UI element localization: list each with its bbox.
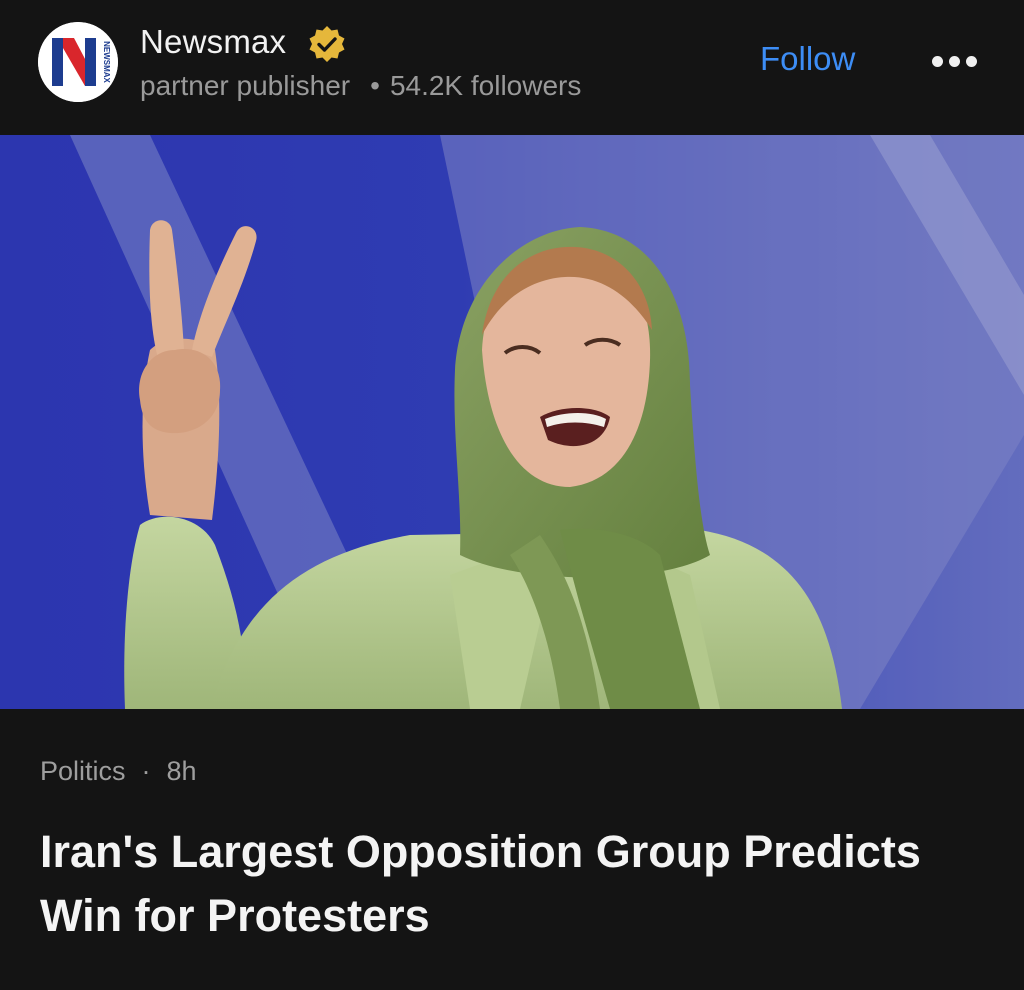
follower-count: 54.2K followers [389,70,582,101]
more-horizontal-icon-dot [949,56,960,67]
article-meta: Politics · 8h [40,756,197,787]
publisher-avatar[interactable]: NEWSMAX [38,22,118,102]
publisher-meta: partner publisher • 54.2K followers [140,70,581,102]
article-meta-separator: · [141,756,151,786]
more-horizontal-icon-dot [966,56,977,67]
follow-button[interactable]: Follow [760,40,855,78]
publisher-name[interactable]: Newsmax [140,23,286,61]
article-hero-image[interactable] [0,135,1024,709]
newsmax-logo-icon: NEWSMAX [38,22,118,102]
hero-photo [0,135,1024,709]
svg-text:NEWSMAX: NEWSMAX [102,41,111,83]
publisher-type: partner publisher [140,70,351,101]
article-age: 8h [166,756,197,786]
article-card[interactable]: NEWSMAX Newsmax partner publisher • 54.2K … [0,0,1024,990]
more-horizontal-icon [932,56,943,67]
article-headline[interactable]: Iran's Largest Opposition Group Predicts… [40,820,980,948]
more-options-button[interactable] [928,40,982,84]
publisher-header: NEWSMAX Newsmax partner publisher • 54.2K … [0,0,1024,135]
article-category[interactable]: Politics [40,756,126,786]
verified-badge-icon [309,26,345,62]
meta-separator: • [370,70,380,101]
